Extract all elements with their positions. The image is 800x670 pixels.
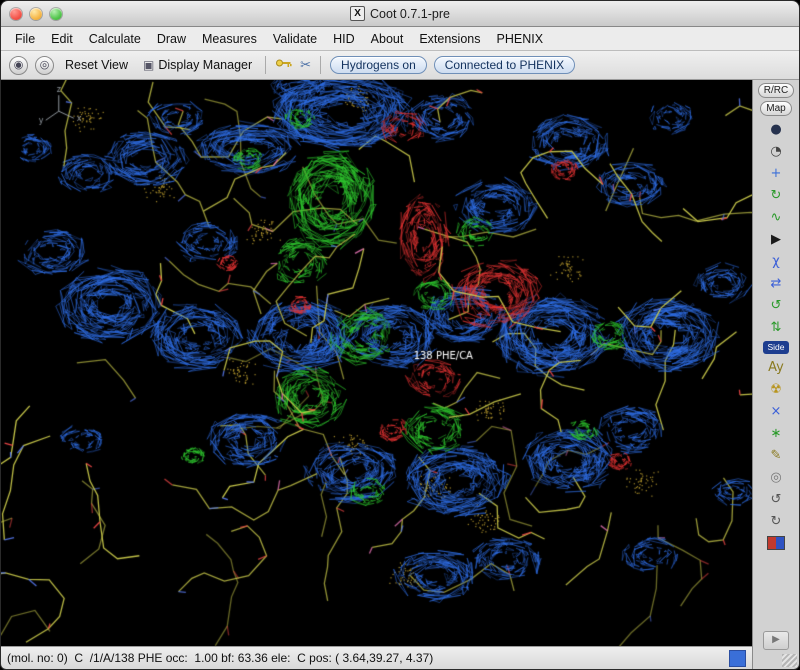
menu-item-about[interactable]: About bbox=[363, 30, 412, 48]
rotate-right-icon[interactable]: ◎ bbox=[35, 56, 54, 75]
sphere-icon[interactable]: ● bbox=[765, 119, 787, 139]
menu-item-file[interactable]: File bbox=[7, 30, 43, 48]
display-manager-icon: ▣ bbox=[143, 58, 154, 72]
close-button[interactable] bbox=[10, 8, 22, 20]
rotamer-icon[interactable]: ⇅ bbox=[765, 317, 787, 337]
move-atoms-icon[interactable]: + bbox=[765, 163, 787, 183]
viewport-wrap bbox=[1, 80, 752, 646]
map-button[interactable]: Map bbox=[760, 101, 791, 116]
coot-window: X Coot 0.7.1-pre FileEditCalculateDrawMe… bbox=[0, 0, 800, 670]
menu-item-phenix[interactable]: PHENIX bbox=[489, 30, 552, 48]
redo-icon[interactable]: ↻ bbox=[765, 512, 787, 532]
run-icon[interactable]: ▶ bbox=[765, 229, 787, 249]
toolbar-separator bbox=[265, 56, 266, 74]
add-atom-icon[interactable]: ∗ bbox=[765, 424, 787, 444]
status-indicator bbox=[729, 650, 746, 667]
right-icon-column: ●◔+↻∿▶χ⇄↺⇅SideAy☢×∗✎◎↺↻ bbox=[763, 119, 788, 550]
window-title-wrap: X Coot 0.7.1-pre bbox=[1, 6, 799, 21]
cylinder-icon[interactable]: ◎ bbox=[765, 468, 787, 488]
clock-icon[interactable]: ◔ bbox=[765, 141, 787, 161]
bond-icon[interactable]: × bbox=[765, 402, 787, 422]
hydrogens-toggle-button[interactable]: Hydrogens on bbox=[330, 56, 427, 74]
window-controls bbox=[10, 8, 62, 20]
undo-icon[interactable]: ↺ bbox=[765, 490, 787, 510]
display-manager-label: Display Manager bbox=[158, 58, 252, 72]
mutate-icon[interactable]: Ay bbox=[765, 358, 787, 378]
right-panel: R/RC Map ●◔+↻∿▶χ⇄↺⇅SideAy☢×∗✎◎↺↻ ▶ bbox=[752, 80, 799, 669]
menu-item-hid[interactable]: HID bbox=[325, 30, 363, 48]
key-icon[interactable] bbox=[275, 56, 293, 74]
chi-angles-icon[interactable]: χ bbox=[765, 251, 787, 271]
molecular-viewport[interactable] bbox=[1, 80, 752, 646]
x11-app-icon: X bbox=[350, 6, 365, 21]
flag-icon[interactable] bbox=[767, 536, 785, 550]
pencil-icon[interactable]: ✎ bbox=[765, 446, 787, 466]
flip-icon[interactable]: ⇄ bbox=[765, 273, 787, 293]
menu-item-measures[interactable]: Measures bbox=[194, 30, 265, 48]
toolbar-expand-button[interactable]: ▶ bbox=[763, 631, 789, 650]
cis-trans-icon[interactable]: ↺ bbox=[765, 295, 787, 315]
main-toolbar: ◉ ◎ Reset View ▣ Display Manager ✂ Hydro… bbox=[1, 51, 799, 80]
minimize-button[interactable] bbox=[30, 8, 42, 20]
reset-view-label: Reset View bbox=[65, 58, 128, 72]
menu-item-extensions[interactable]: Extensions bbox=[411, 30, 488, 48]
resize-grip[interactable] bbox=[782, 654, 797, 667]
titlebar[interactable]: X Coot 0.7.1-pre bbox=[1, 1, 799, 27]
window-title: Coot 0.7.1-pre bbox=[370, 7, 450, 21]
scissors-icon[interactable]: ✂ bbox=[300, 58, 311, 73]
menubar: FileEditCalculateDrawMeasuresValidateHID… bbox=[1, 27, 799, 51]
flag-blue bbox=[776, 537, 784, 549]
torsion-icon[interactable]: ∿ bbox=[765, 207, 787, 227]
refine-rrc-button[interactable]: R/RC bbox=[758, 83, 794, 98]
menu-item-edit[interactable]: Edit bbox=[43, 30, 81, 48]
rotate-zone-icon[interactable]: ↻ bbox=[765, 185, 787, 205]
rotate-left-icon[interactable]: ◉ bbox=[9, 56, 28, 75]
statusbar: (mol. no: 0) C /1/A/138 PHE occ: 1.00 bf… bbox=[1, 646, 752, 669]
main-row: (mol. no: 0) C /1/A/138 PHE occ: 1.00 bf… bbox=[1, 80, 799, 669]
display-manager-button[interactable]: ▣ Display Manager bbox=[139, 56, 256, 74]
menu-item-calculate[interactable]: Calculate bbox=[81, 30, 149, 48]
status-text: (mol. no: 0) C /1/A/138 PHE occ: 1.00 bf… bbox=[7, 651, 433, 665]
side-chain-icon[interactable]: Side bbox=[763, 341, 788, 354]
flag-red bbox=[768, 537, 776, 549]
radiation-icon[interactable]: ☢ bbox=[765, 380, 787, 400]
zoom-button[interactable] bbox=[50, 8, 62, 20]
toolbar-separator bbox=[320, 56, 321, 74]
reset-view-button[interactable]: Reset View bbox=[61, 56, 132, 74]
menu-item-validate[interactable]: Validate bbox=[265, 30, 325, 48]
phenix-connection-button[interactable]: Connected to PHENIX bbox=[434, 56, 575, 74]
menu-item-draw[interactable]: Draw bbox=[149, 30, 194, 48]
viewport-column: (mol. no: 0) C /1/A/138 PHE occ: 1.00 bf… bbox=[1, 80, 752, 669]
